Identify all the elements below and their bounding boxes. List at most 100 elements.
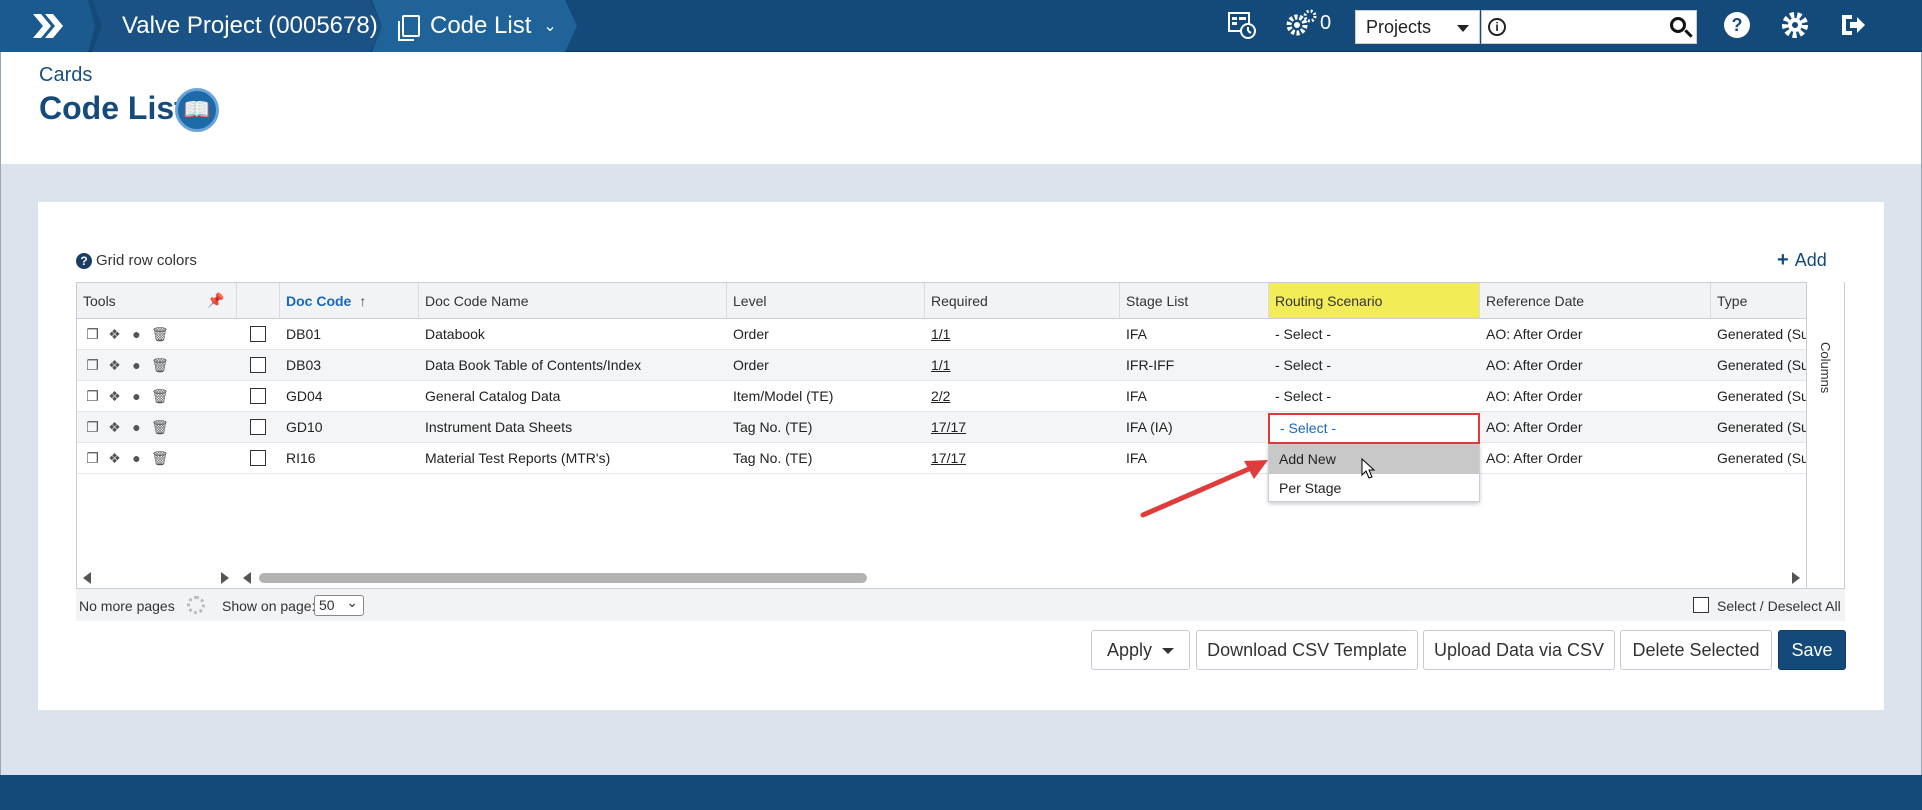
col-header-reference-date[interactable]: Reference Date [1480,283,1711,319]
cell-name: General Catalog Data [425,388,561,404]
col-header-doc-code[interactable]: Doc Code ↑ [280,283,419,319]
dropbox-icon[interactable]: ❖ [107,357,122,373]
scroll-left-arrow-icon[interactable] [243,572,251,584]
logout-icon[interactable] [1838,10,1868,47]
table-row[interactable]: ❐ ❖ ● 🗑 DB03 Data Book Table of Contents/Inde… [77,350,1807,381]
dropbox-icon[interactable]: ❖ [107,419,122,435]
row-checkbox[interactable] [250,388,266,404]
cell-required[interactable]: 1/1 [925,319,1120,350]
cell-routing[interactable]: - Select - [1269,319,1480,350]
save-button[interactable]: Save [1778,630,1846,670]
row-checkbox[interactable] [250,419,266,435]
breadcrumb-code-list[interactable]: Code List ⌄ [372,0,577,52]
top-nav-bar: Valve Project (0005678) Code List ⌄ 0 Pr… [0,0,1922,52]
col-header-stage-list[interactable]: Stage List [1120,283,1269,319]
search-input[interactable] [1512,13,1662,41]
cell-name: Databook [425,326,485,342]
code-list-grid: Tools 📌 Doc Code ↑ Doc Code Name Level Re… [76,282,1845,621]
col-header-tools: Tools 📌 [77,283,237,319]
col-doc-code-label: Doc Code [286,293,352,309]
settings-gear-icon[interactable] [1780,10,1810,47]
caret-down-icon [1162,648,1175,655]
download-csv-template-button[interactable]: Download CSV Template [1196,630,1418,670]
gears-icon[interactable] [1284,8,1318,47]
row-checkbox[interactable] [250,450,266,466]
cell-type: Generated (Sub [1717,419,1807,435]
trash-icon[interactable]: 🗑 [151,450,169,466]
select-all-checkbox[interactable] [1693,597,1709,613]
dropbox-icon[interactable]: ❖ [107,450,122,466]
copy-icon[interactable]: ❐ [85,419,100,435]
globe-icon[interactable]: ● [129,357,144,373]
cell-required[interactable]: 2/2 [925,381,1120,412]
row-tools: ❐ ❖ ● 🗑 [85,419,169,435]
copy-icon[interactable]: ❐ [85,357,100,373]
breadcrumb-cards[interactable]: Cards [39,64,92,87]
grid-row-colors-link[interactable]: ? Grid row colors [76,252,197,269]
cell-routing[interactable]: - Select - [1269,350,1480,381]
scroll-right-arrow-icon[interactable] [1792,572,1800,584]
col-header-type[interactable]: Type [1711,283,1807,319]
row-checkbox[interactable] [250,357,266,373]
trash-icon[interactable]: 🗑 [151,326,169,342]
home-logo[interactable] [0,0,95,52]
cell-type: Generated (Sub [1717,388,1807,404]
cell-required[interactable]: 17/17 [925,443,1120,474]
trash-icon[interactable]: 🗑 [151,388,169,404]
globe-icon[interactable]: ● [129,450,144,466]
trash-icon[interactable]: 🗑 [151,419,169,435]
projects-dropdown-value: Projects [1366,17,1432,37]
columns-panel-tab[interactable]: Columns [1806,282,1844,588]
table-row[interactable]: ❐ ❖ ● 🗑 DB01 Databook Order 1/1 IFA - Select - AO:… [77,319,1807,350]
globe-icon[interactable]: ● [129,326,144,342]
dropbox-icon[interactable]: ❖ [107,388,122,404]
upload-data-via-csv-button[interactable]: Upload Data via CSV [1423,630,1615,670]
breadcrumb-project[interactable]: Valve Project (0005678) [92,0,382,52]
cell-level: Tag No. (TE) [733,450,813,466]
horizontal-scrollbar-thumb[interactable] [259,573,867,583]
apply-button[interactable]: Apply [1091,630,1190,670]
col-header-required[interactable]: Required [925,283,1120,319]
table-row[interactable]: ❐ ❖ ● 🗑 GD04 General Catalog Data Item/Model (… [77,381,1807,412]
cell-code: DB01 [286,326,322,342]
scroll-left-arrow-icon[interactable] [83,572,91,584]
footer-bar [0,775,1922,810]
scroll-right-arrow-icon[interactable] [221,572,229,584]
grid-pager: No more pages Show on page: 50 Select / … [76,588,1845,621]
info-icon[interactable]: i [1488,18,1506,36]
search-icon[interactable] [1670,17,1686,33]
mouse-cursor-icon [1361,458,1376,479]
page-size-select[interactable]: 50 [314,593,364,616]
pin-icon[interactable]: 📌 [207,292,224,309]
schedule-clock-icon[interactable] [1227,10,1257,47]
search-box: i [1481,10,1697,44]
dropbox-icon[interactable]: ❖ [107,326,122,342]
trash-icon[interactable]: 🗑 [151,357,169,373]
cell-code: GD10 [286,419,323,435]
document-icon [398,15,420,41]
table-row[interactable]: ❐ ❖ ● 🗑 GD10 Instrument Data Sheets Tag No. (T… [77,412,1807,443]
cell-required[interactable]: 17/17 [925,412,1120,443]
col-header-routing-scenario[interactable]: Routing Scenario [1269,283,1480,319]
globe-icon[interactable]: ● [129,388,144,404]
add-button[interactable]: + Add [1777,249,1827,272]
routing-scenario-select-active[interactable]: - Select - [1268,413,1480,444]
col-header-level[interactable]: Level [727,283,925,319]
open-book-icon[interactable]: 📖 [175,88,219,132]
table-row[interactable]: ❐ ❖ ● 🗑 RI16 Material Test Reports (MTR's) Tag… [77,443,1807,474]
row-checkbox[interactable] [250,326,266,342]
cell-level: Order [733,326,769,342]
annotation-arrow-icon [1140,460,1268,518]
col-header-doc-code-name[interactable]: Doc Code Name [419,283,727,319]
globe-icon[interactable]: ● [129,419,144,435]
cell-routing[interactable]: - Select - [1269,381,1480,412]
help-icon[interactable]: ? [1722,10,1752,47]
delete-selected-button[interactable]: Delete Selected [1620,630,1772,670]
col-tools-label: Tools [83,293,116,309]
cell-required[interactable]: 1/1 [925,350,1120,381]
projects-dropdown[interactable]: Projects [1355,10,1480,44]
copy-icon[interactable]: ❐ [85,450,100,466]
copy-icon[interactable]: ❐ [85,388,100,404]
page-header: Cards Code List 📖 [1,52,1921,164]
copy-icon[interactable]: ❐ [85,326,100,342]
